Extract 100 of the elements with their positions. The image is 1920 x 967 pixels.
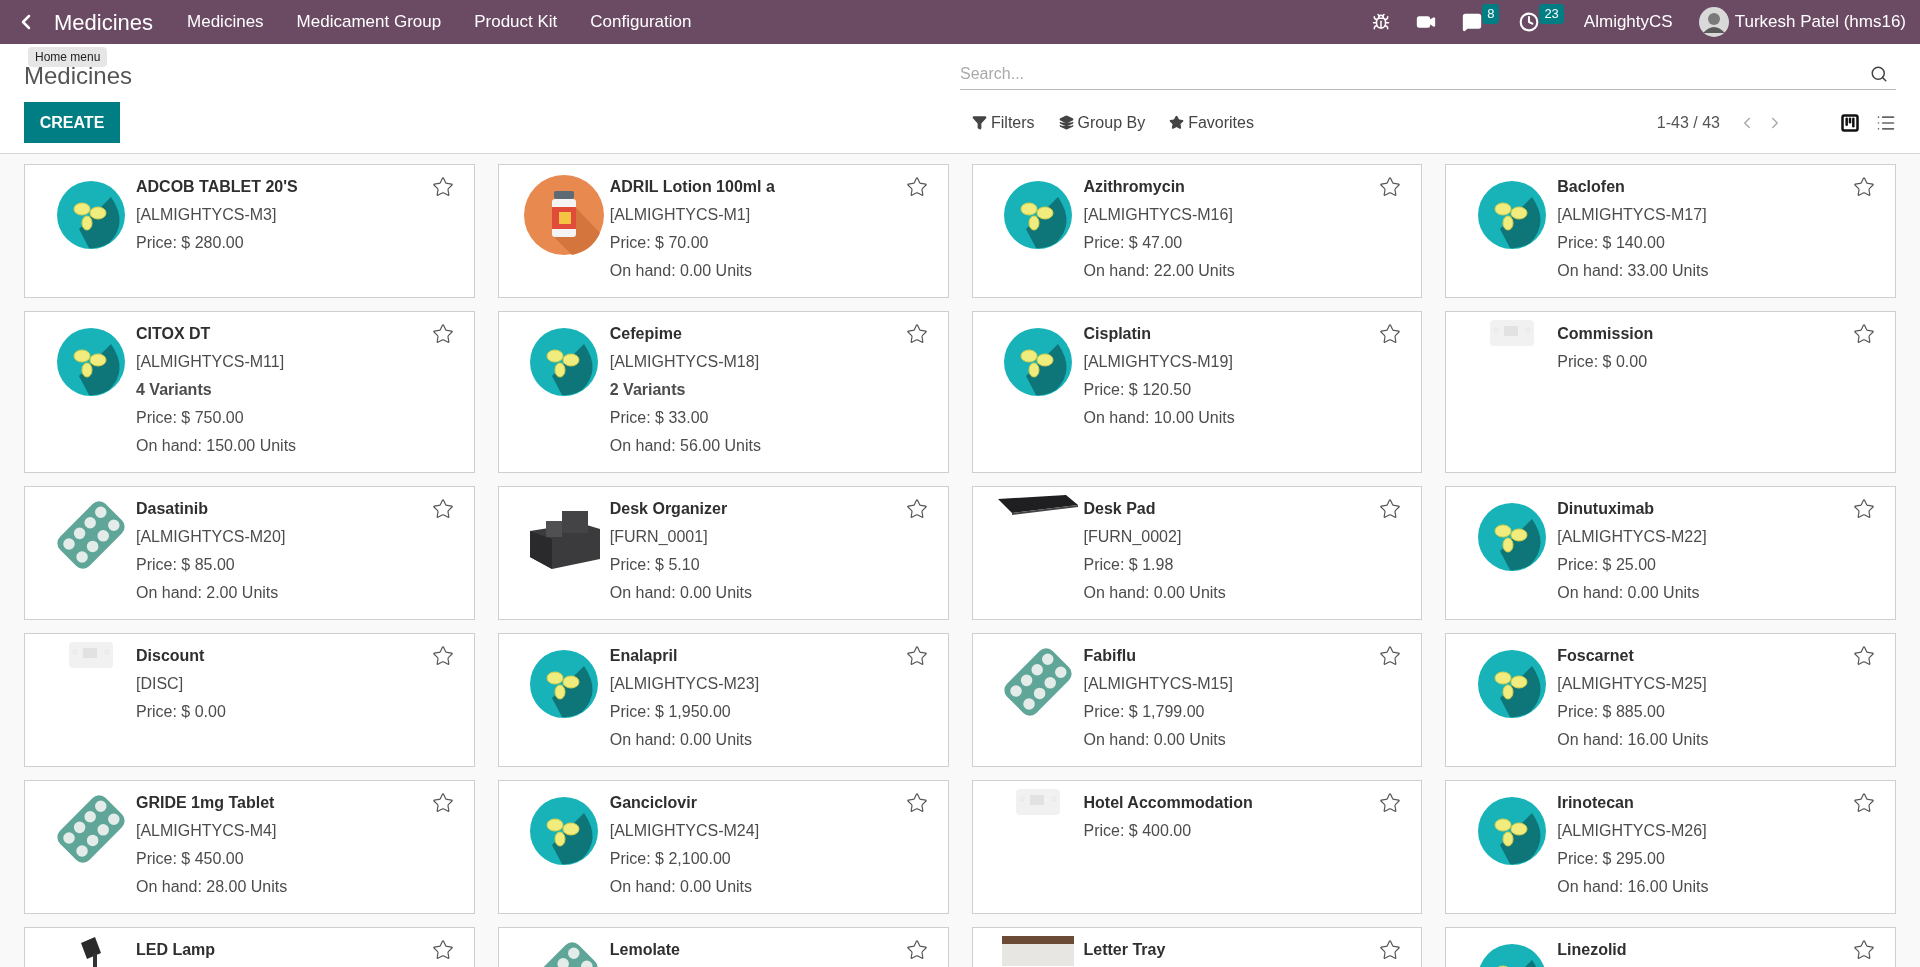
- favorite-star-icon[interactable]: [1853, 939, 1875, 961]
- product-card[interactable]: Fabiflu [ALMIGHTYCS-M15] Price: $ 1,799.00 On hand: 0.00 Units: [971, 633, 1423, 767]
- product-card[interactable]: Foscarnet [ALMIGHTYCS-M25] Price: $ 885.00 On hand: 16.00 Units: [1445, 633, 1896, 767]
- product-card[interactable]: GRIDE 1mg Tablet [ALMIGHTYCS-M4] Price: $ 450.00 On hand: 28.00 Units: [24, 780, 475, 914]
- placeholder-image-icon: [1489, 320, 1534, 346]
- favorite-star-icon[interactable]: [905, 939, 928, 961]
- favorite-star-icon[interactable]: [905, 323, 928, 345]
- chat-icon[interactable]: [1462, 12, 1483, 32]
- favorite-star-icon[interactable]: [905, 792, 928, 814]
- clock-icon[interactable]: [1519, 12, 1540, 32]
- desk-pad-icon: [998, 495, 1078, 515]
- product-card[interactable]: Desk Organizer [FURN_0001] Price: $ 5.10 On hand: 0.00 Units: [497, 486, 949, 620]
- search-field[interactable]: Search...: [960, 61, 1870, 86]
- kanban-view-icon[interactable]: [1840, 112, 1860, 133]
- product-code: [ALMIGHTYCS-M26]: [1557, 821, 1708, 841]
- favorite-star-icon[interactable]: [431, 176, 454, 198]
- product-name: Cisplatin: [1083, 324, 1153, 344]
- product-card[interactable]: Linezolid: [1445, 927, 1896, 967]
- layers-icon: [1058, 115, 1074, 130]
- product-name: LED Lamp: [136, 940, 217, 960]
- favorite-star-icon[interactable]: [431, 323, 454, 345]
- favorite-star-icon[interactable]: [431, 792, 454, 814]
- create-button[interactable]: CREATE: [24, 102, 120, 143]
- product-name: ADRIL Lotion 100ml a: [609, 177, 776, 197]
- pager-value[interactable]: 1-43 / 43: [1656, 110, 1720, 135]
- product-price: Price: $ 25.00: [1557, 555, 1657, 575]
- favorite-star-icon[interactable]: [1853, 645, 1875, 667]
- favorite-star-icon[interactable]: [905, 498, 928, 520]
- menu-item[interactable]: Medicament Group: [296, 9, 442, 35]
- product-price: Price: $ 140.00: [1557, 233, 1666, 253]
- menu-item[interactable]: Configuration: [590, 9, 692, 35]
- product-price: Price: $ 750.00: [136, 408, 245, 428]
- product-price: Price: $ 0.00: [136, 702, 227, 722]
- company-switcher[interactable]: AlmightyCS: [1583, 9, 1673, 35]
- product-card[interactable]: Commission Price: $ 0.00: [1445, 311, 1896, 473]
- menu-item[interactable]: Product Kit: [474, 9, 558, 35]
- product-card[interactable]: Cisplatin [ALMIGHTYCS-M19] Price: $ 120.50 On hand: 10.00 Units: [971, 311, 1423, 473]
- product-card[interactable]: LED Lamp: [24, 927, 475, 967]
- product-name: Commission: [1557, 324, 1655, 344]
- app-title[interactable]: Medicines: [54, 5, 154, 39]
- product-code: [ALMIGHTYCS-M16]: [1083, 205, 1234, 225]
- favorite-star-icon[interactable]: [1853, 323, 1875, 345]
- product-card[interactable]: Dasatinib [ALMIGHTYCS-M20] Price: $ 85.00 On hand: 2.00 Units: [24, 486, 475, 620]
- favorite-star-icon[interactable]: [1379, 176, 1402, 198]
- on-hand-quantity: On hand: 16.00 Units: [1557, 877, 1710, 897]
- product-card[interactable]: CITOX DT [ALMIGHTYCS-M11] 4 Variants Price: $ 750.00 On hand: 150.00 Units: [24, 311, 475, 473]
- product-code: [ALMIGHTYCS-M3]: [136, 205, 278, 225]
- product-code: [ALMIGHTYCS-M24]: [609, 821, 761, 841]
- favorite-star-icon[interactable]: [905, 176, 928, 198]
- bug-icon[interactable]: [1372, 13, 1391, 31]
- product-card[interactable]: Enalapril [ALMIGHTYCS-M23] Price: $ 1,950.00 On hand: 0.00 Units: [497, 633, 949, 767]
- on-hand-quantity: On hand: 10.00 Units: [1083, 408, 1236, 428]
- user-menu[interactable]: Turkesh Patel (hms16): [1734, 9, 1906, 35]
- on-hand-quantity: On hand: 0.00 Units: [1083, 730, 1227, 750]
- favorite-star-icon[interactable]: [1379, 939, 1402, 961]
- product-card[interactable]: Ganciclovir [ALMIGHTYCS-M24] Price: $ 2,100.00 On hand: 0.00 Units: [497, 780, 949, 914]
- favorite-star-icon[interactable]: [1853, 792, 1875, 814]
- search-icon[interactable]: [1870, 64, 1888, 83]
- search-option-button[interactable]: Favorites: [1169, 110, 1254, 135]
- on-hand-quantity: On hand: 0.00 Units: [1557, 583, 1701, 603]
- favorite-star-icon[interactable]: [905, 645, 928, 667]
- favorite-star-icon[interactable]: [1379, 498, 1402, 520]
- on-hand-quantity: On hand: 28.00 Units: [136, 877, 289, 897]
- product-price: Price: $ 47.00: [1083, 233, 1184, 253]
- star-icon: [1169, 115, 1185, 130]
- product-price: Price: $ 1,799.00: [1083, 702, 1206, 722]
- product-name: Cefepime: [609, 324, 683, 344]
- on-hand-quantity: On hand: 0.00 Units: [609, 877, 754, 897]
- favorite-star-icon[interactable]: [431, 498, 454, 520]
- product-card[interactable]: Cefepime [ALMIGHTYCS-M18] 2 Variants Price: $ 33.00 On hand: 56.00 Units: [497, 311, 949, 473]
- product-card[interactable]: Irinotecan [ALMIGHTYCS-M26] Price: $ 295.00 On hand: 16.00 Units: [1445, 780, 1896, 914]
- product-price: Price: $ 120.50: [1083, 380, 1193, 400]
- favorite-star-icon[interactable]: [1379, 792, 1402, 814]
- product-card[interactable]: Desk Pad [FURN_0002] Price: $ 1.98 On hand: 0.00 Units: [971, 486, 1423, 620]
- favorite-star-icon[interactable]: [1853, 498, 1875, 520]
- product-card[interactable]: ADRIL Lotion 100ml a [ALMIGHTYCS-M1] Price: $ 70.00 On hand: 0.00 Units: [497, 164, 949, 298]
- product-card[interactable]: Hotel Accommodation Price: $ 400.00: [971, 780, 1423, 914]
- product-card[interactable]: Discount [DISC] Price: $ 0.00: [24, 633, 475, 767]
- product-code: [FURN_0001]: [609, 527, 709, 547]
- product-card[interactable]: ADCOB TABLET 20'S [ALMIGHTYCS-M3] Price: $ 280.00: [24, 164, 475, 298]
- on-hand-quantity: On hand: 56.00 Units: [609, 436, 762, 456]
- favorite-star-icon[interactable]: [1379, 323, 1402, 345]
- on-hand-quantity: On hand: 22.00 Units: [1083, 261, 1236, 281]
- favorite-star-icon[interactable]: [1379, 645, 1402, 667]
- product-card[interactable]: Lemolate: [497, 927, 949, 967]
- product-card[interactable]: Letter Tray: [971, 927, 1423, 967]
- favorite-star-icon[interactable]: [431, 645, 454, 667]
- product-card[interactable]: Dinutuximab [ALMIGHTYCS-M22] Price: $ 25.00 On hand: 0.00 Units: [1445, 486, 1896, 620]
- product-card[interactable]: Azithromycin [ALMIGHTYCS-M16] Price: $ 47.00 On hand: 22.00 Units: [971, 164, 1423, 298]
- product-price: Price: $ 400.00: [1083, 821, 1193, 841]
- product-card[interactable]: Baclofen [ALMIGHTYCS-M17] Price: $ 140.00 On hand: 33.00 Units: [1445, 164, 1896, 298]
- product-price: Price: $ 70.00: [609, 233, 710, 253]
- menu-item[interactable]: Medicines: [187, 9, 264, 35]
- product-price: Price: $ 1,950.00: [609, 702, 732, 722]
- product-name: Linezolid: [1557, 940, 1628, 960]
- favorite-star-icon[interactable]: [431, 939, 454, 961]
- search-option-button[interactable]: Filters: [972, 110, 1035, 135]
- favorite-star-icon[interactable]: [1853, 176, 1875, 198]
- search-option-button[interactable]: Group By: [1058, 110, 1146, 135]
- product-code: [ALMIGHTYCS-M20]: [136, 527, 287, 547]
